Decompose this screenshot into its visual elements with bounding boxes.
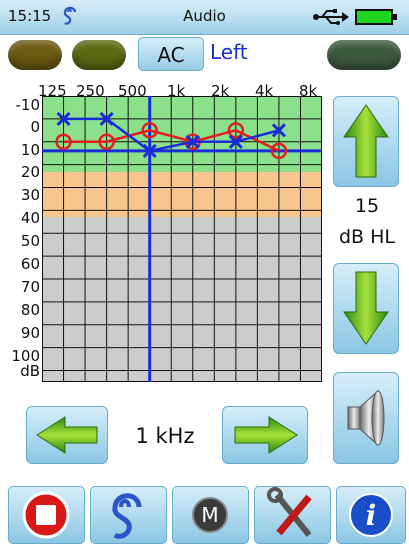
level-up-button[interactable] [333,96,399,187]
svg-text:M: M [201,503,218,527]
memory-button[interactable]: M [172,486,249,544]
ear-select-button[interactable] [90,486,167,544]
stop-button[interactable] [8,486,85,544]
preset-button-2[interactable] [72,40,126,70]
zone-normal [42,96,322,172]
arrow-right-icon [234,416,298,454]
db-label: -10 [15,96,41,114]
db-label: 40 [20,209,40,227]
tools-icon [267,487,312,537]
db-unit-label: dB [20,362,40,380]
speaker-icon [347,389,385,447]
audiogram-chart[interactable] [42,96,322,382]
db-label: 30 [20,186,40,204]
info-icon: i [349,493,393,537]
preset-button-1[interactable] [8,40,62,70]
info-button[interactable]: i [336,486,406,544]
svg-text:i: i [366,499,377,532]
db-label: 0 [30,118,40,136]
status-bar: 15:15 Audio [0,0,409,35]
frequency-up-button[interactable] [222,406,308,464]
hearing-level-value: 15 [354,195,380,217]
usb-icon [313,9,349,25]
arrow-left-icon [36,416,98,454]
ear-side-label: Left [210,40,248,64]
db-label: 70 [20,278,40,296]
arrow-down-icon [343,271,389,345]
ac-mode-button[interactable]: AC [138,37,204,71]
db-label: 60 [20,255,40,273]
frequency-value: 1 kHz [135,424,195,448]
stop-icon [22,491,70,539]
ear-icon [112,493,142,539]
preset-button-3[interactable] [327,40,401,70]
level-down-button[interactable] [333,263,399,354]
db-label: 10 [20,141,40,159]
zone-severe [42,217,322,382]
frequency-down-button[interactable] [26,406,108,464]
m-icon: M [192,497,228,533]
db-label: 20 [20,163,40,181]
db-label: 50 [20,232,40,250]
play-tone-button[interactable] [333,372,399,464]
arrow-up-icon [343,104,389,178]
settings-tools-button[interactable] [254,486,331,544]
db-label: 80 [20,301,40,319]
hearing-level-unit: dB HL [338,226,395,248]
battery-icon [355,9,397,25]
db-label: 90 [20,324,40,342]
